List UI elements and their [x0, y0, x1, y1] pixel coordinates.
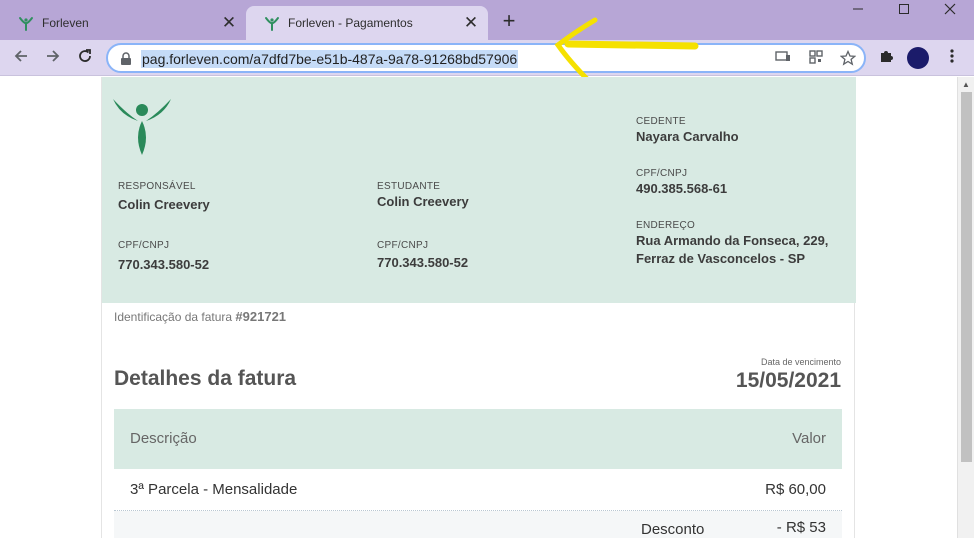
cedente-label: CEDENTE: [636, 116, 686, 127]
invoice-id-label: Identificação da fatura: [114, 310, 233, 324]
tab-title: Forleven - Pagamentos: [288, 16, 413, 30]
cast-icon[interactable]: [774, 50, 792, 68]
browser-toolbar: pag.forleven.com/a7dfd7be-e51b-487a-9a78…: [0, 40, 974, 76]
lock-icon[interactable]: [120, 52, 132, 66]
forleven-favicon-icon: [19, 17, 33, 31]
discount-label: Desconto: [641, 521, 705, 538]
page-scrollbar[interactable]: ▲: [957, 77, 974, 538]
page-content: RESPONSÁVEL Colin Creevery CPF/CNPJ 770.…: [0, 77, 974, 538]
due-date-label: Data de vencimento: [760, 357, 841, 367]
col-value: Valor: [792, 430, 826, 447]
row-value: R$ 60,00: [765, 481, 826, 498]
cedente-doc-label: CPF/CNPJ: [636, 168, 688, 179]
maximize-icon[interactable]: [881, 0, 927, 24]
tab-close-icon[interactable]: ✕: [462, 14, 480, 32]
invoice-card: RESPONSÁVEL Colin Creevery CPF/CNPJ 770.…: [101, 77, 856, 538]
window-close-icon[interactable]: [927, 0, 973, 24]
estudante-label: ESTUDANTE: [377, 181, 441, 192]
arrow-left-icon[interactable]: [9, 46, 33, 70]
arrow-right-icon[interactable]: [41, 46, 65, 70]
responsavel-label: RESPONSÁVEL: [118, 181, 196, 192]
responsavel-doc-label: CPF/CNPJ: [118, 240, 170, 251]
new-tab-button[interactable]: +: [498, 10, 520, 32]
tab-title: Forleven: [42, 16, 89, 30]
discount-value: - R$ 53: [776, 519, 826, 536]
kebab-menu-icon[interactable]: [940, 46, 964, 70]
invoice-id-line: Identificação da fatura #921721: [114, 309, 286, 324]
col-description: Descrição: [130, 430, 197, 447]
estudante-doc-label: CPF/CNPJ: [377, 240, 429, 251]
details-title: Detalhes da fatura: [114, 367, 297, 390]
cedente-name: Nayara Carvalho: [636, 129, 739, 144]
profile-avatar[interactable]: [907, 47, 929, 69]
estudante-doc: 770.343.580-52: [377, 255, 469, 270]
scroll-up-icon[interactable]: ▲: [962, 80, 970, 89]
due-date: 15/05/2021: [735, 369, 841, 392]
row-description: 3ª Parcela - Mensalidade: [130, 481, 298, 498]
address-bar[interactable]: pag.forleven.com/a7dfd7be-e51b-487a-9a78…: [106, 43, 866, 73]
responsavel-name: Colin Creevery: [118, 197, 210, 212]
qr-code-icon[interactable]: [807, 50, 825, 68]
url-text[interactable]: pag.forleven.com/a7dfd7be-e51b-487a-9a78…: [141, 50, 519, 68]
cedente-address-line1: Rua Armando da Fonseca, 229,: [636, 233, 829, 248]
responsavel-doc: 770.343.580-52: [118, 257, 210, 272]
cedente-address-line2: Ferraz de Vasconcelos - SP: [636, 251, 806, 266]
tab-strip: Forleven ✕ Forleven - Pagamentos ✕ +: [0, 0, 974, 40]
invoice-id-number: #921721: [235, 309, 287, 324]
tab-forleven-pagamentos[interactable]: Forleven - Pagamentos ✕: [246, 6, 488, 40]
star-icon[interactable]: [839, 49, 857, 68]
cedente-address-label: ENDEREÇO: [636, 220, 696, 231]
tab-close-icon[interactable]: ✕: [220, 14, 238, 32]
estudante-name: Colin Creevery: [377, 194, 469, 209]
minimize-icon[interactable]: [835, 0, 881, 24]
scroll-thumb[interactable]: [961, 92, 972, 462]
puzzle-icon[interactable]: [874, 46, 898, 70]
reload-icon[interactable]: [73, 46, 97, 70]
invoice-header: RESPONSÁVEL Colin Creevery CPF/CNPJ 770.…: [102, 77, 856, 303]
table-header: Descrição Valor: [114, 409, 842, 469]
forleven-logo-icon: [113, 99, 171, 155]
tab-forleven[interactable]: Forleven ✕: [0, 6, 246, 40]
forleven-favicon-icon: [265, 17, 279, 31]
cedente-doc: 490.385.568-61: [636, 181, 728, 196]
table-row: 3ª Parcela - Mensalidade R$ 60,00: [114, 469, 842, 511]
discount-row: Desconto - R$ 53: [114, 511, 842, 538]
